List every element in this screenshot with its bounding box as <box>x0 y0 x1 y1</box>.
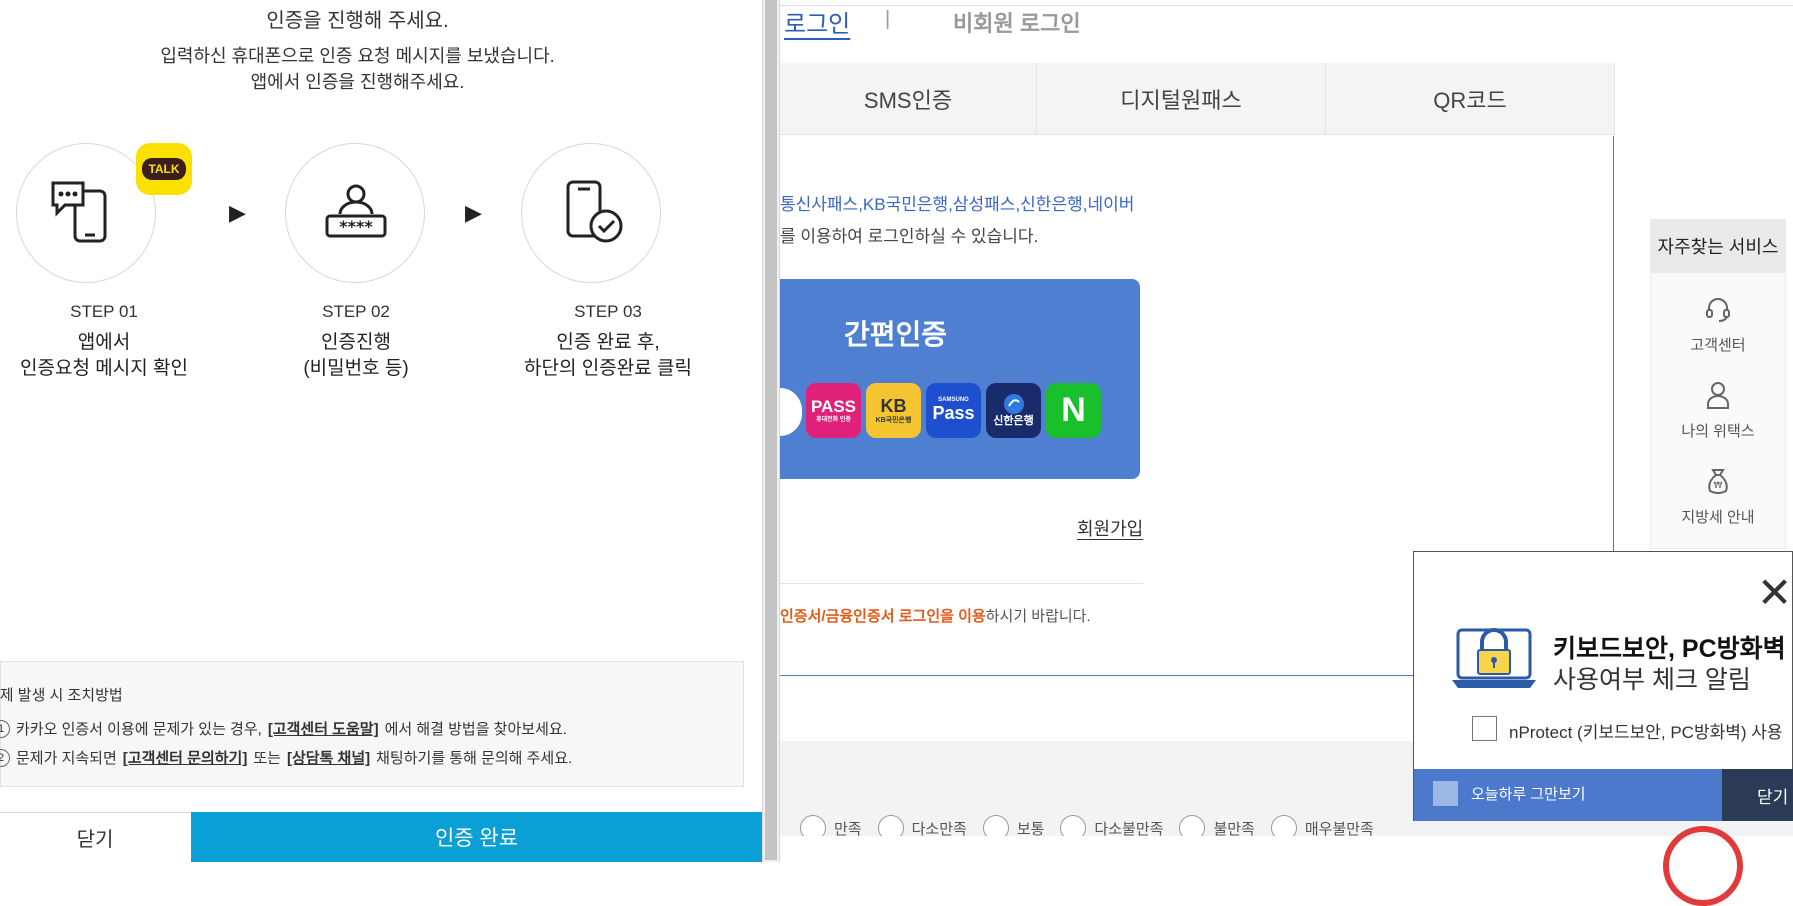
nprotect-checkbox[interactable] <box>1472 716 1497 741</box>
shinhan-bank-icon[interactable]: 신한은행 <box>986 383 1041 438</box>
phone-chat-icon <box>51 181 107 243</box>
chat-channel-link[interactable]: [상담톡 채널] <box>287 747 370 768</box>
tab-qr-code[interactable]: QR코드 <box>1326 63 1615 135</box>
step-3-desc: 인증 완료 후, 하단의 인증완료 클릭 <box>524 332 692 379</box>
shinhan-logo-icon <box>1003 394 1024 415</box>
close-icon[interactable]: ✕ <box>1757 572 1792 614</box>
quick-services-title: 자주찾는 서비스 <box>1650 219 1786 273</box>
headset-icon <box>1706 298 1730 322</box>
naver-icon[interactable]: N <box>1046 383 1101 438</box>
help-item-1: 1 카카오 인증서 이용에 문제가 있는 경우, [고객센터 도움말] 에서 해… <box>0 718 567 739</box>
tab-login[interactable]: 로그인 <box>784 4 850 39</box>
auth-method-tabs: SMS인증 디지털원패스 QR코드 <box>780 63 1615 135</box>
divider <box>780 583 1143 584</box>
step-3-label: STEP 03 <box>574 302 642 321</box>
arrow-right-icon: ▶ <box>229 200 246 225</box>
popup-close-button[interactable]: 닫기 <box>1722 769 1793 821</box>
step-2-label: STEP 02 <box>322 302 390 321</box>
step-3-circle <box>521 143 661 283</box>
auth-complete-button[interactable]: 인증 완료 <box>191 812 762 862</box>
easy-auth-box[interactable] <box>780 279 1140 479</box>
close-button[interactable]: 닫기 <box>0 812 190 862</box>
tab-guest-login[interactable]: 비회원 로그인 <box>953 6 1081 38</box>
modal-heading: 인증을 진행해 주세요. <box>266 10 449 32</box>
tab-separator: | <box>885 8 891 30</box>
help-item-2: 2 문제가 지속되면 [고객센터 문의하기] 또는 [상담톡 채널] 채팅하기를… <box>0 747 572 768</box>
step-1-circle <box>16 143 156 283</box>
auth-providers-text: 통신사패스,KB국민은행,삼성패스,신한은행,네이버 <box>780 195 1135 214</box>
quick-item-customer-center[interactable]: 고객센터 <box>1650 294 1786 355</box>
modal-message: 입력하신 휴대폰으로 인증 요청 메시지를 보냈습니다. <box>160 46 555 66</box>
pass-app-icon[interactable]: PASS 휴대전화 인증 <box>806 383 861 438</box>
kb-bank-icon[interactable]: KB KB국민은행 <box>866 383 921 438</box>
dont-show-today-checkbox[interactable] <box>1433 781 1458 806</box>
quick-item-local-tax-guide[interactable]: ₩ 지방세 안내 <box>1650 466 1786 527</box>
kakao-talk-icon: TALK <box>136 143 192 195</box>
step-2-circle: **** <box>285 143 425 283</box>
number-badge: 1 <box>0 719 10 738</box>
step-2-desc: 인증진행 (비밀번호 등) <box>303 332 409 379</box>
phone-check-icon <box>566 180 623 243</box>
auth-providers-desc: 를 이용하여 로그인하실 수 있습니다. <box>780 227 1039 246</box>
money-bag-icon: ₩ <box>1708 469 1728 494</box>
dont-show-today-label[interactable]: 오늘하루 그만보기 <box>1471 783 1586 804</box>
quick-item-my-wetax[interactable]: 나의 위택스 <box>1650 380 1786 441</box>
samsung-pass-icon[interactable]: SAMSUNG Pass <box>926 383 981 438</box>
page-bottom <box>780 836 1793 862</box>
number-badge: 2 <box>0 748 10 767</box>
contact-center-link[interactable]: [고객센터 문의하기] <box>123 747 248 768</box>
signup-link[interactable]: 회원가입 <box>1077 515 1143 541</box>
tab-sms-auth[interactable]: SMS인증 <box>780 63 1037 135</box>
step-1-label: STEP 01 <box>70 302 138 321</box>
nprotect-label: nProtect (키보드보안, PC방화벽) 사용 <box>1509 723 1783 742</box>
chat-bot-icon[interactable] <box>1663 826 1743 906</box>
password-user-icon: **** <box>325 184 387 238</box>
divider <box>780 5 1793 6</box>
help-title: 문제 발생 시 조치방법 <box>0 687 123 704</box>
tab-digital-onepass[interactable]: 디지털원패스 <box>1037 63 1326 135</box>
person-icon <box>1707 382 1729 409</box>
easy-auth-title: 간편인증 <box>844 319 948 350</box>
popup-subtitle: 사용여부 체크 알림 <box>1553 666 1751 694</box>
svg-text:****: **** <box>339 217 373 236</box>
arrow-right-icon: ▶ <box>465 200 482 225</box>
svg-text:₩: ₩ <box>1714 481 1723 491</box>
help-center-link[interactable]: [고객센터 도움말] <box>268 718 379 739</box>
step-1-desc: 앱에서 인증요청 메시지 확인 <box>20 332 188 379</box>
scrollbar-thumb[interactable] <box>765 0 777 860</box>
modal-message-2: 앱에서 인증을 진행해주세요. <box>250 72 465 92</box>
login-notice: 인증서/금융인증서 로그인을 이용하시기 바랍니다. <box>780 608 1091 625</box>
laptop-lock-icon <box>1452 628 1536 688</box>
